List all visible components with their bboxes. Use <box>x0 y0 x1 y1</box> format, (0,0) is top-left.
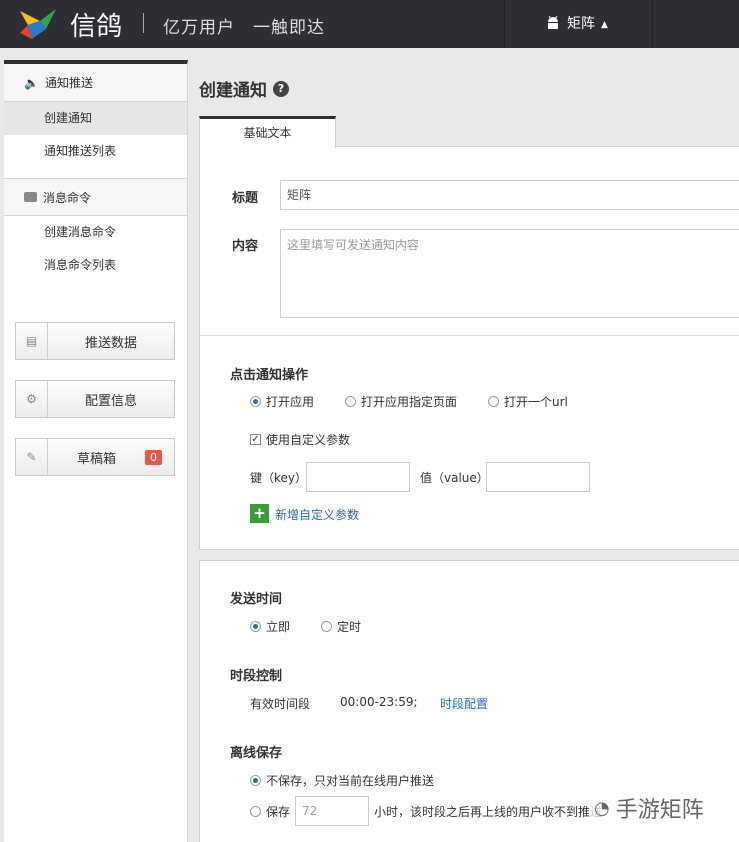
android-icon <box>548 16 558 29</box>
caret-down-icon: ▲ <box>601 20 608 30</box>
value-input[interactable] <box>486 462 590 492</box>
sidebar: 🔈 通知推送 创建通知 通知推送列表 消息命令 创建消息命令 消息命令列表 ▤ … <box>4 60 188 842</box>
click-action-label: 点击通知操作 <box>230 368 309 383</box>
offline-label: 离线保存 <box>230 746 283 761</box>
radio-icon <box>345 396 356 407</box>
radio-no-save[interactable]: 不保存，只对当前在线用户推送 <box>250 772 434 789</box>
radio-icon <box>321 621 332 632</box>
help-icon[interactable]: ? <box>273 80 289 97</box>
radio-icon <box>250 621 261 632</box>
period-config-link[interactable]: 时段配置 <box>440 695 488 712</box>
key-label: 键（key） <box>250 471 308 485</box>
drafts-count-badge: 0 <box>145 449 162 465</box>
config-button[interactable]: ⚙ 配置信息 <box>15 380 175 418</box>
title-input[interactable]: 矩阵 <box>280 180 739 210</box>
sidebar-section-label: 通知推送 <box>44 76 93 90</box>
key-input[interactable] <box>306 462 410 492</box>
plus-icon[interactable]: + <box>250 504 269 523</box>
watermark: ◔ 手游矩阵 <box>590 790 708 826</box>
brand-name: 信鸽 <box>70 12 123 42</box>
valid-period-label: 有效时间段 <box>250 697 311 711</box>
tab-basic-text[interactable]: 基础文本 <box>199 116 336 148</box>
radio-send-now[interactable]: 立即 <box>250 618 290 635</box>
sidebar-item-message-list[interactable]: 消息命令列表 <box>4 249 187 282</box>
sidebar-item-create-message[interactable]: 创建消息命令 <box>4 216 187 249</box>
user-name: 矩阵 <box>567 16 595 32</box>
sidebar-section-message[interactable]: 消息命令 <box>4 178 187 216</box>
push-data-label: 推送数据 <box>84 335 137 351</box>
radio-open-page[interactable]: 打开应用指定页面 <box>345 393 457 410</box>
add-param-link[interactable]: 新增自定义参数 <box>275 506 359 523</box>
speaker-icon: 🔈 <box>24 75 39 90</box>
content-label: 内容 <box>232 239 259 254</box>
header-divider <box>504 0 505 48</box>
gear-icon: ⚙ <box>16 381 48 417</box>
period-label: 时段控制 <box>230 669 283 684</box>
document-icon: ▤ <box>16 323 48 359</box>
header-separator <box>143 13 144 33</box>
checkmark-icon: ✓ <box>250 434 261 445</box>
radio-icon <box>488 396 499 407</box>
radio-save[interactable]: 保存 <box>250 803 290 820</box>
radio-icon <box>250 396 261 407</box>
config-label: 配置信息 <box>84 393 137 409</box>
save-hours-input[interactable]: 72 <box>295 796 369 826</box>
content-textarea[interactable]: 这里填写可发送通知内容 <box>280 229 739 318</box>
sidebar-section-push[interactable]: 🔈 通知推送 <box>4 64 187 102</box>
title-label: 标题 <box>232 191 259 206</box>
radio-icon <box>250 775 261 786</box>
custom-param-checkbox[interactable]: ✓ 使用自定义参数 <box>250 431 350 448</box>
header-slogan: 亿万用户 一触即达 <box>163 18 325 38</box>
push-data-button[interactable]: ▤ 推送数据 <box>15 322 175 360</box>
radio-icon <box>250 806 261 817</box>
radio-open-url[interactable]: 打开一个url <box>488 393 568 410</box>
drafts-button[interactable]: ✎ 草稿箱 0 <box>15 438 175 476</box>
notice-form-panel: 标题 矩阵 内容 这里填写可发送通知内容 点击通知操作 打开应用 打开应用指定页… <box>199 146 739 550</box>
xg-logo-icon <box>20 9 56 39</box>
user-menu[interactable]: 矩阵 ▲ <box>545 13 608 33</box>
send-time-label: 发送时间 <box>230 592 283 607</box>
radio-send-scheduled[interactable]: 定时 <box>321 618 361 635</box>
sidebar-section-label: 消息命令 <box>43 190 92 205</box>
top-bar: 信鸽 亿万用户 一触即达 矩阵 ▲ <box>0 0 739 48</box>
value-label: 值（value） <box>420 471 489 485</box>
drafts-label: 草稿箱 <box>76 451 116 467</box>
header-divider <box>652 0 653 48</box>
page-title: 创建通知 ? <box>199 76 289 101</box>
sidebar-item-create-notice[interactable]: 创建通知 <box>4 102 187 135</box>
wechat-icon: ◔ <box>594 797 610 819</box>
sidebar-item-notice-list[interactable]: 通知推送列表 <box>4 135 187 168</box>
edit-icon: ✎ <box>16 439 48 475</box>
valid-period-value: 00:00-23:59; <box>340 695 418 709</box>
chat-icon <box>24 192 37 202</box>
radio-open-app[interactable]: 打开应用 <box>250 393 314 410</box>
save-hours-suffix: 小时，该时段之后再上线的用户收不到推送 <box>374 805 603 819</box>
